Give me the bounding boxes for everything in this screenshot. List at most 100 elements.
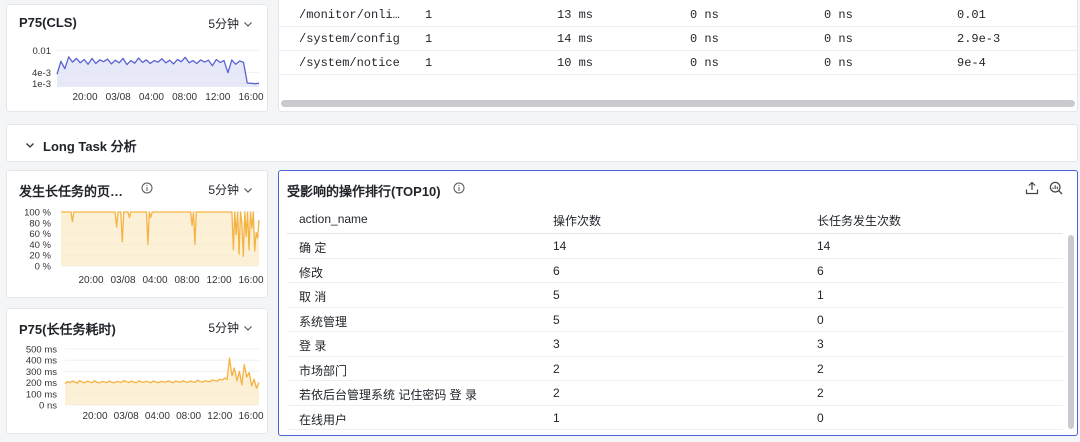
y-tick-label: 300 ms [26,367,57,378]
x-tick-label: 04:00 [142,275,167,286]
longtask-count-cell: 1 [817,288,824,302]
table-row[interactable]: 市场部门 2 2 [287,357,1063,381]
action-name-cell: 修改 [299,265,324,280]
longtask-count-cell: 0 [817,410,824,425]
x-tick-label: 20:00 [72,92,97,103]
operation-count-cell: 2 [553,361,560,376]
table-row[interactable]: 确 定 14 14 [287,234,1063,259]
operation-count-cell: 5 [553,312,560,327]
table-cell: 0 ns [690,8,719,22]
table-cell: 0 ns [824,56,853,70]
table-cell: 9e-4 [957,56,986,70]
x-tick-label: 03/08 [110,275,135,286]
operation-count-cell: 14 [553,239,567,253]
x-tick-label: 16:00 [238,275,263,286]
y-tick-label: 500 ms [26,345,57,356]
longtask-count-cell: 14 [817,239,831,253]
operation-count-cell: 6 [553,263,560,278]
y-tick-label: 40 % [29,240,51,251]
table-cell: 10 ms [557,56,594,70]
x-tick-label: 16:00 [238,411,263,422]
x-tick-label: 08:00 [176,411,201,422]
table-cell: 0.01 [957,8,986,22]
longtask-count-cell: 2 [817,361,824,376]
x-tick-label: 12:00 [206,275,231,286]
table-cell: 0 ns [690,32,719,46]
y-tick-label: 100 % [24,208,51,219]
longtask-count-cell: 6 [817,263,824,278]
column-header[interactable]: action_name [299,212,368,226]
longtask-count-cell: 2 [817,386,824,400]
table-row[interactable]: 修改 6 6 [287,259,1063,283]
table-row[interactable]: 系统管理 5 0 [287,308,1063,332]
column-header[interactable]: 操作次数 [553,212,601,229]
series-area [61,212,259,266]
action-name-cell: 取 消 [299,290,327,304]
longtask-count-cell: 3 [817,337,824,351]
horizontal-scrollbar[interactable] [281,100,1075,107]
table-cell: 13 ms [557,8,594,22]
x-tick-label: 16:00 [238,92,263,103]
longtask-count-cell: 0 [817,312,824,327]
y-tick-label: 20 % [29,251,51,262]
table-row[interactable]: 登 录 3 3 [287,332,1063,357]
table-cell: 0 ns [690,56,719,70]
x-tick-label: 04:00 [145,411,170,422]
p75-longtask-chart: 500 ms400 ms300 ms200 ms100 ms0 ns 20:00 0… [26,345,264,423]
y-tick-label: 4e-3 [32,68,51,79]
column-header[interactable]: 长任务发生次数 [817,212,901,229]
y-tick-label: 100 ms [26,389,57,400]
table-cell: /system/config [299,32,400,46]
longtask-pages-chart: 100 %80 %60 %40 %20 %0 % 20:00 03/08 04:00 0… [24,208,264,287]
operation-count-cell: 2 [553,386,560,400]
operation-count-cell: 1 [553,410,560,425]
table-cell: 1 [425,32,433,46]
action-name-cell: 登 录 [299,339,327,353]
operation-count-cell: 3 [553,337,560,351]
chevron-down-icon [26,143,34,148]
table-cell: 0 ns [824,8,853,22]
action-name-cell: 确 定 [299,241,327,255]
export-icon[interactable] [1025,181,1039,195]
table-cell: /system/notice [299,56,400,70]
longtask-pages-panel: 发生长任务的页… 5分钟 100 % 80 % 60 % 40 % 20 % 0 % 20:… [6,170,268,298]
x-tick-label: 08:00 [174,275,199,286]
y-tick-label: 60 % [29,229,51,240]
y-tick-label: 0.01 [33,46,52,57]
action-name-cell: 在线用户 [299,412,348,427]
table-row[interactable]: 取 消 5 1 [287,283,1063,308]
x-tick-label: 08:00 [172,92,197,103]
info-icon[interactable] [453,182,465,194]
table-cell: 1 [425,8,433,22]
cls-panel: P75(CLS) 5分钟 0.01 4e-3 1e-3 20:00 03/08 04:00… [6,4,268,112]
x-tick-label: 03/08 [106,92,131,103]
y-tick-label: 1e-3 [32,79,51,90]
table-row: /monitor/onli… 1 13 ms 0 ns 0 ns 0.01 [279,3,1077,27]
longtask-section-header[interactable]: Long Task 分析 [6,124,1078,162]
ranking-panel: 受影响的操作排行(TOP10) action_name 操作次数 长任务发生次数… [278,170,1078,436]
p75-longtask-panel: P75(长任务耗时) 5分钟 500 ms 400 ms 300 ms 200 ms 1… [6,308,268,434]
table-row[interactable]: 若依后台管理系统 记住密码 登 录 2 2 [287,381,1063,406]
y-tick-label: 200 ms [26,378,57,389]
table-row: /system/notice 1 10 ms 0 ns 0 ns 9e-4 [279,51,1077,75]
analyze-icon[interactable] [1049,181,1063,195]
x-tick-label: 12:00 [207,411,232,422]
x-tick-label: 04:00 [139,92,164,103]
table-cell: 0 ns [824,32,853,46]
top-table-panel: /monitor/onli… 1 13 ms 0 ns 0 ns 0.01 /s… [278,0,1078,112]
table-row[interactable]: 在线用户 1 0 [287,406,1063,430]
action-name-cell: 系统管理 [299,314,348,329]
x-tick-label: 20:00 [78,275,103,286]
x-tick-label: 12:00 [205,92,230,103]
table-row: /system/config 1 14 ms 0 ns 0 ns 2.9e-3 [279,27,1077,51]
x-tick-label: 03/08 [114,411,139,422]
section-title: Long Task 分析 [43,139,137,154]
action-name-cell: 市场部门 [299,363,348,378]
table-cell: 1 [425,56,433,70]
ranking-title: 受影响的操作排行(TOP10) [287,184,441,199]
cls-chart: 0.01 4e-31e-3 20:00 03/08 04:00 08:00 12:00 16:… [32,46,264,103]
operation-count-cell: 5 [553,288,560,302]
table-cell: /monitor/onli… [299,8,400,22]
y-tick-label: 0 % [35,262,52,273]
vertical-scrollbar[interactable] [1068,235,1074,429]
